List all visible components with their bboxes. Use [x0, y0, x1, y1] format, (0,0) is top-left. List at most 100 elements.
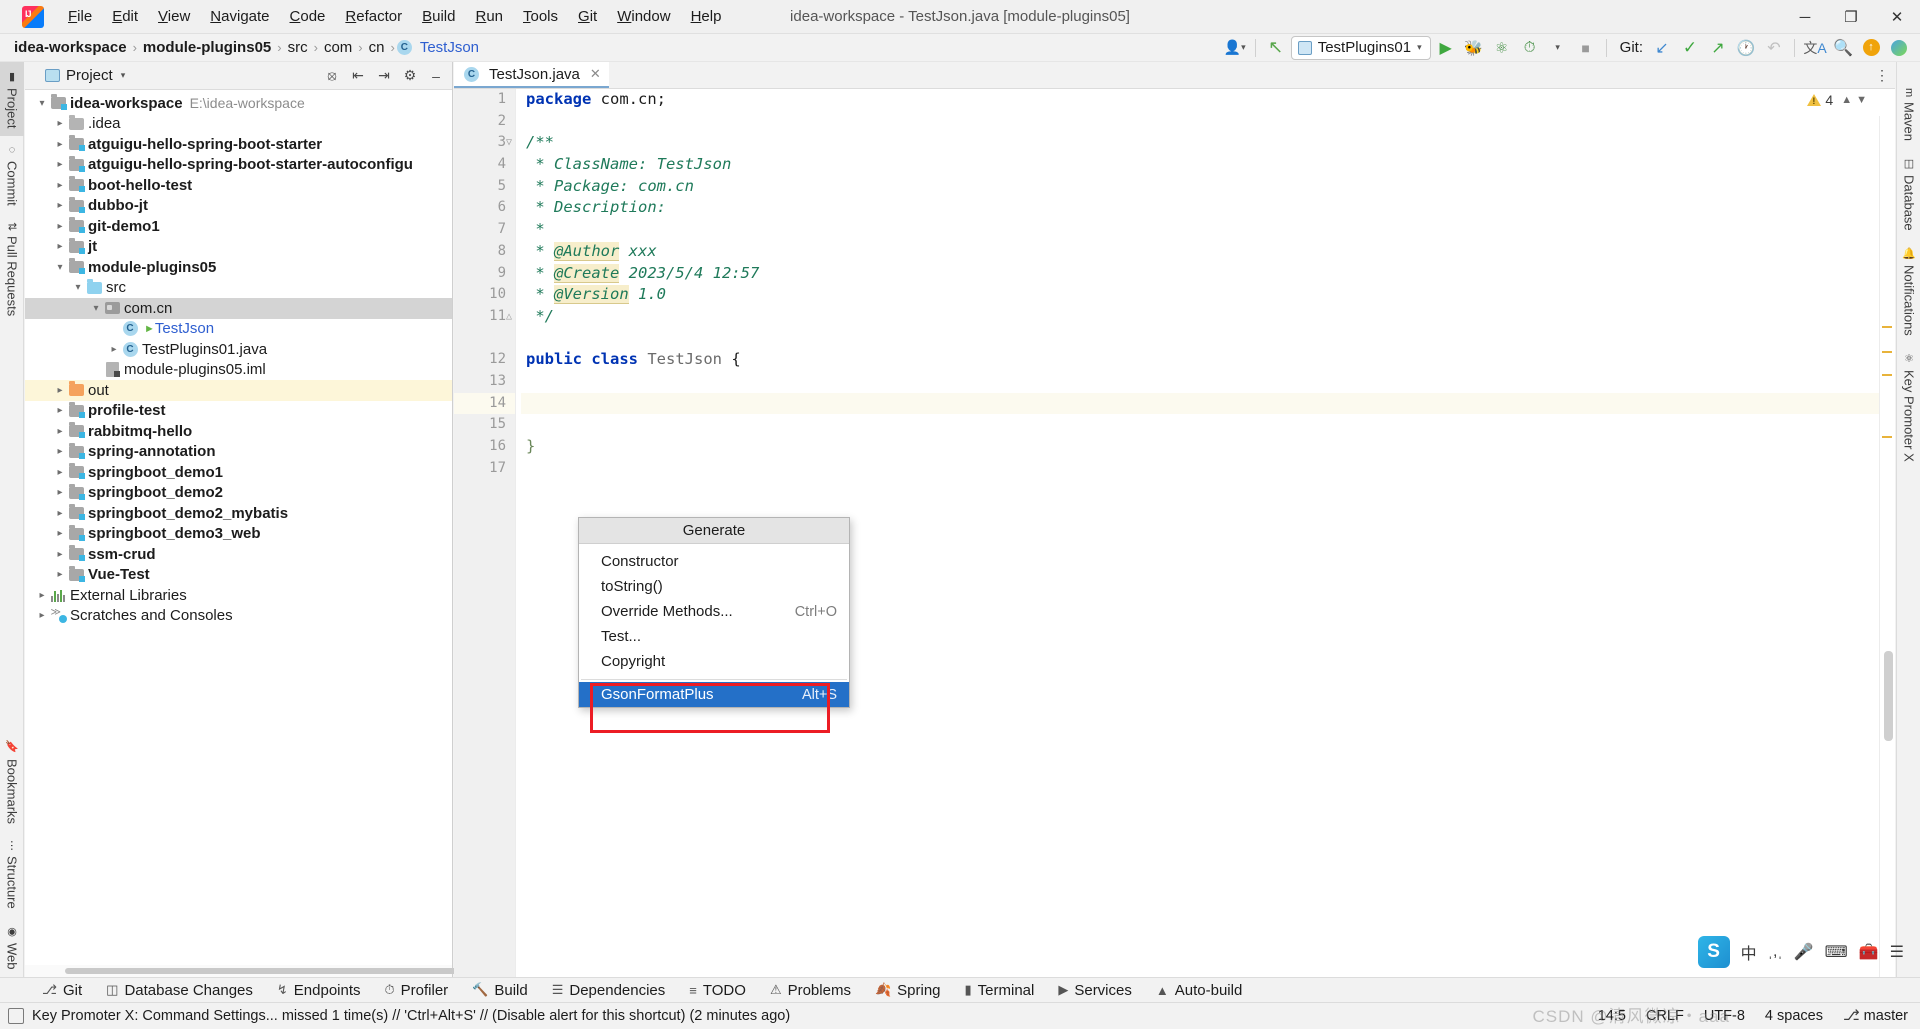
sidebar-item-notifications[interactable]: 🔔 Notifications [1897, 239, 1920, 344]
tree-expand-arrow[interactable]: ▾ [89, 303, 103, 314]
tree-expand-arrow[interactable]: ▸ [53, 405, 67, 416]
git-push-icon[interactable]: ↗ [1705, 36, 1731, 60]
git-commit-icon[interactable]: ✓ [1677, 36, 1703, 60]
tree-expand-arrow[interactable]: ▸ [53, 139, 67, 150]
tool-window-dependencies[interactable]: ☰ Dependencies [540, 982, 678, 999]
git-branch[interactable]: ⎇ master [1843, 1008, 1908, 1024]
inspection-warning-badge[interactable]: 4 ▲ ▼ [1807, 92, 1867, 108]
code-line[interactable] [521, 328, 1895, 350]
git-history-icon[interactable]: 🕐 [1733, 36, 1759, 60]
code-line[interactable]: package com.cn; [521, 89, 1895, 111]
line-number[interactable]: 5 [454, 176, 515, 198]
breadcrumb-item-3[interactable]: com [320, 38, 356, 57]
minimize-button[interactable]: ─ [1782, 0, 1828, 34]
debug-icon[interactable]: 🐝 [1461, 36, 1487, 60]
tree-expand-arrow[interactable]: ▸ [53, 221, 67, 232]
run-configuration-selector[interactable]: TestPlugins01 ▾ [1290, 35, 1431, 60]
tree-expand-arrow[interactable]: ▸ [53, 426, 67, 437]
tree-node[interactable]: module-plugins05.iml [25, 360, 452, 381]
tree-node[interactable]: ▸ dubbo-jt [25, 196, 452, 217]
tree-expand-arrow[interactable]: ▸ [53, 180, 67, 191]
tool-window-git[interactable]: ⎇ Git [30, 982, 94, 999]
tool-window-services[interactable]: ▶ Services [1046, 982, 1144, 999]
sidebar-item-maven[interactable]: m Maven [1897, 80, 1920, 149]
sidebar-item-pull-requests[interactable]: ⇅ Pull Requests [0, 214, 24, 324]
tree-node[interactable]: ▸ C TestPlugins01.java [25, 339, 452, 360]
settings-gear-icon[interactable]: ⚙ [398, 65, 422, 87]
locate-icon[interactable]: ⦻ [320, 65, 344, 87]
project-tree[interactable]: ▾ idea-workspace E:\idea-workspace ▸ .idea ▸ a… [25, 90, 452, 955]
tree-node[interactable]: ▸ out [25, 380, 452, 401]
generate-menu-item[interactable]: Test... [579, 624, 849, 649]
code-line[interactable]: * @Author xxx [521, 241, 1895, 263]
generate-menu-item[interactable]: GsonFormatPlus Alt+S [579, 682, 849, 707]
toolbox-icon[interactable]: 🧰 [1859, 942, 1879, 962]
code-line[interactable]: public class TestJson { [521, 349, 1895, 371]
tree-expand-arrow[interactable]: ▸ [53, 241, 67, 252]
line-number[interactable]: 14 [454, 392, 515, 415]
tree-expand-arrow[interactable]: ▾ [71, 282, 85, 293]
code-line[interactable] [521, 392, 1895, 415]
close-button[interactable]: ✕ [1874, 0, 1920, 34]
tree-expand-arrow[interactable]: ▸ [53, 528, 67, 539]
menu-help[interactable]: Help [681, 4, 732, 29]
tree-node[interactable]: ▸ ssm-crud [25, 544, 452, 565]
git-rollback-icon[interactable]: ↶ [1761, 36, 1787, 60]
code-line[interactable]: */ [521, 306, 1895, 328]
menu-git[interactable]: Git [568, 4, 607, 29]
line-number[interactable]: 1 [454, 89, 515, 111]
editor-tab-testjson[interactable]: C TestJson.java ✕ [454, 62, 609, 88]
tree-node[interactable]: ▾ com.cn [25, 298, 452, 319]
menu-tools[interactable]: Tools [513, 4, 568, 29]
menu-file[interactable]: File [58, 4, 102, 29]
fold-start-icon[interactable]: ▽ [506, 132, 512, 154]
menu-build[interactable]: Build [412, 4, 465, 29]
tool-window-profiler[interactable]: ⏱ Profiler [373, 982, 461, 999]
ime-toolbar[interactable]: S 中 ˌ,ˌ 🎤 ⌨ 🧰 ☰ [1697, 935, 1904, 969]
tree-node[interactable]: ▾ src [25, 278, 452, 299]
tree-expand-arrow[interactable]: ▾ [35, 98, 49, 109]
sidebar-item-database[interactable]: ◫ Database [1897, 149, 1920, 239]
tree-node[interactable]: ▸ profile-test [25, 401, 452, 422]
menu-code[interactable]: Code [280, 4, 336, 29]
tool-window-spring[interactable]: 🍂 Spring [863, 982, 953, 999]
menu-edit[interactable]: Edit [102, 4, 148, 29]
tool-window-problems[interactable]: ⚠ Problems [758, 982, 863, 999]
tree-node[interactable]: ▾ idea-workspace E:\idea-workspace [25, 93, 452, 114]
line-number[interactable]: 3 ▽ [454, 132, 515, 154]
code-line[interactable] [521, 111, 1895, 133]
code-line[interactable]: /** [521, 132, 1895, 154]
tool-window-endpoints[interactable]: ↯ Endpoints [265, 982, 373, 999]
breadcrumb-item-2[interactable]: src [284, 38, 312, 57]
tree-expand-arrow[interactable]: ▸ [53, 467, 67, 478]
breadcrumb-item-5[interactable]: TestJson [416, 38, 483, 57]
close-icon[interactable]: ✕ [590, 66, 601, 82]
caret-position[interactable]: 14:5 [1598, 1008, 1626, 1024]
generate-menu-item[interactable]: Constructor [579, 549, 849, 574]
line-number[interactable]: 4 [454, 154, 515, 176]
profiler-icon[interactable]: ⏱ [1517, 36, 1543, 60]
update-project-icon[interactable]: ↖ [1263, 36, 1289, 60]
line-number[interactable] [454, 328, 515, 350]
tree-expand-arrow[interactable]: ▸ [107, 344, 121, 355]
project-horizontal-scrollbar[interactable] [25, 965, 465, 977]
ime-punctuation-toggle[interactable]: ˌ,ˌ [1768, 943, 1783, 961]
tree-node[interactable]: ▸ springboot_demo2_mybatis [25, 503, 452, 524]
run-with-coverage-icon[interactable]: ⚛ [1489, 36, 1515, 60]
breadcrumb-item-4[interactable]: cn [365, 38, 389, 57]
generate-popup-list[interactable]: Constructor toString() Override Methods...… [579, 544, 849, 707]
tool-window-todo[interactable]: ≡ TODO [677, 982, 758, 999]
generate-menu-item[interactable]: toString() [579, 574, 849, 599]
tool-window-bar[interactable]: ⎇ Git ◫ Database Changes ↯ Endpoints ⏱ Profiler… [0, 977, 1920, 1002]
ide-assistant-icon[interactable] [1886, 36, 1912, 60]
tree-expand-arrow[interactable]: ▸ [53, 200, 67, 211]
event-log-icon[interactable] [8, 1008, 24, 1024]
collapse-all-icon[interactable]: ⇥ [372, 65, 396, 87]
run-gutter-icon[interactable]: ► [144, 323, 155, 335]
line-number[interactable]: 6 [454, 197, 515, 219]
code-line[interactable] [521, 458, 1895, 480]
tree-expand-arrow[interactable]: ▸ [35, 590, 49, 601]
tree-node[interactable]: ▸ boot-hello-test [25, 175, 452, 196]
menu-bar[interactable]: File Edit View Navigate Code Refactor Bu… [58, 4, 731, 29]
tool-window-database-changes[interactable]: ◫ Database Changes [94, 982, 265, 999]
